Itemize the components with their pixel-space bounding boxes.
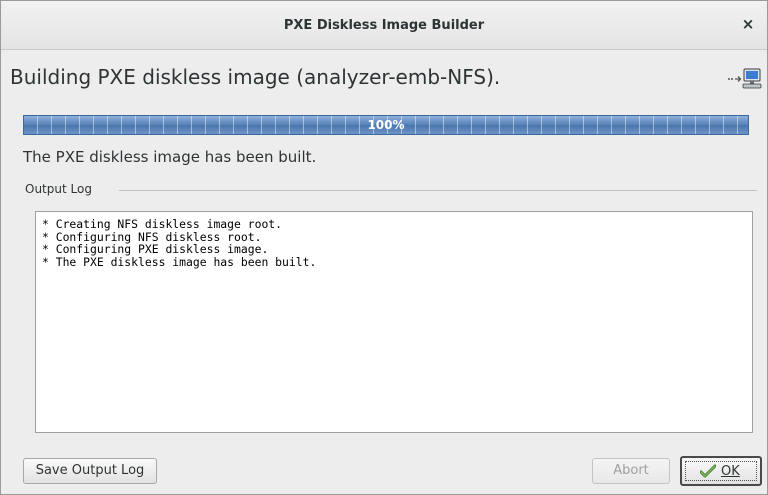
abort-button[interactable]: Abort [592,458,670,484]
status-message: The PXE diskless image has been built. [23,148,317,166]
progress-bar: 100% [23,115,749,135]
ok-button[interactable]: OK [680,456,762,486]
page-title: Building PXE diskless image (analyzer-em… [10,65,501,89]
save-output-log-button[interactable]: Save Output Log [23,458,157,484]
progress-label: 100% [367,118,405,132]
ok-label: OK [721,464,740,479]
checkmark-icon [700,464,716,478]
close-button[interactable]: × [739,15,757,33]
log-line: * The PXE diskless image has been built. [42,254,317,269]
output-log-textarea[interactable]: * Creating NFS diskless image root. * Con… [35,211,753,433]
log-line: * Creating NFS diskless image root. [42,217,283,231]
network-computer-icon [728,68,762,89]
title-bar[interactable]: PXE Diskless Image Builder × [1,1,767,50]
output-log-label: Output Log [25,182,96,196]
window-title: PXE Diskless Image Builder [283,18,485,33]
log-line: * Configuring PXE diskless image. [42,242,269,257]
frame-divider [119,190,757,191]
dialog-window: PXE Diskless Image Builder × Building PX… [0,0,768,495]
